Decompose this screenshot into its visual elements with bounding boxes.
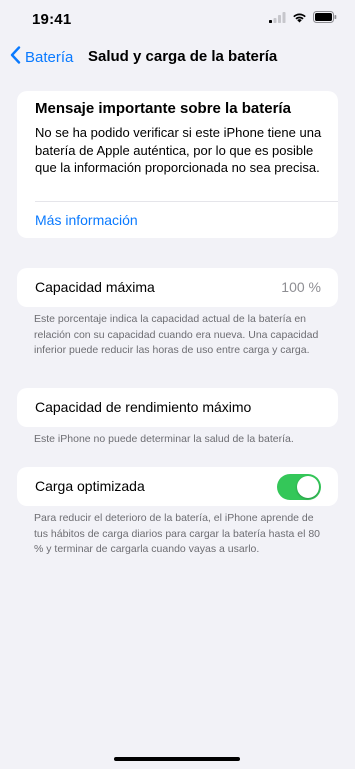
more-info-link[interactable]: Más información [35, 212, 138, 228]
peak-performance-label: Capacidad de rendimiento máximo [35, 399, 252, 415]
back-button[interactable]: Batería [10, 46, 73, 68]
back-label: Batería [25, 48, 74, 66]
navigation-bar: Batería Salud y carga de la batería [0, 40, 355, 76]
peak-performance-row: Capacidad de rendimiento máximo [17, 388, 338, 427]
chevron-left-icon [10, 46, 21, 68]
important-message-title: Mensaje importante sobre la batería [35, 100, 291, 117]
status-time: 19:41 [32, 11, 72, 28]
toggle-knob [297, 476, 319, 498]
wifi-icon [292, 10, 307, 28]
max-capacity-row: Capacidad máxima 100 % [17, 268, 338, 307]
optimized-charging-toggle[interactable] [277, 474, 321, 500]
max-capacity-label: Capacidad máxima [35, 279, 155, 295]
max-capacity-value: 100 % [281, 279, 321, 295]
max-capacity-footnote: Este porcentaje indica la capacidad actu… [34, 313, 319, 356]
divider [35, 201, 338, 202]
status-bar: 19:41 [0, 0, 355, 40]
battery-icon [313, 10, 337, 28]
peak-performance-footnote: Este iPhone no puede determinar la salud… [34, 433, 294, 445]
important-message-body: No se ha podido verificar si este iPhone… [35, 125, 322, 175]
page-title: Salud y carga de la batería [88, 48, 278, 65]
important-message-card: Mensaje importante sobre la batería No s… [17, 91, 338, 238]
home-indicator[interactable] [114, 757, 240, 761]
status-icons [269, 10, 337, 28]
signal-icon [269, 10, 286, 28]
optimized-charging-label: Carga optimizada [35, 478, 145, 494]
optimized-charging-footnote: Para reducir el deterioro de la batería,… [34, 512, 321, 555]
optimized-charging-row: Carga optimizada [17, 467, 338, 506]
